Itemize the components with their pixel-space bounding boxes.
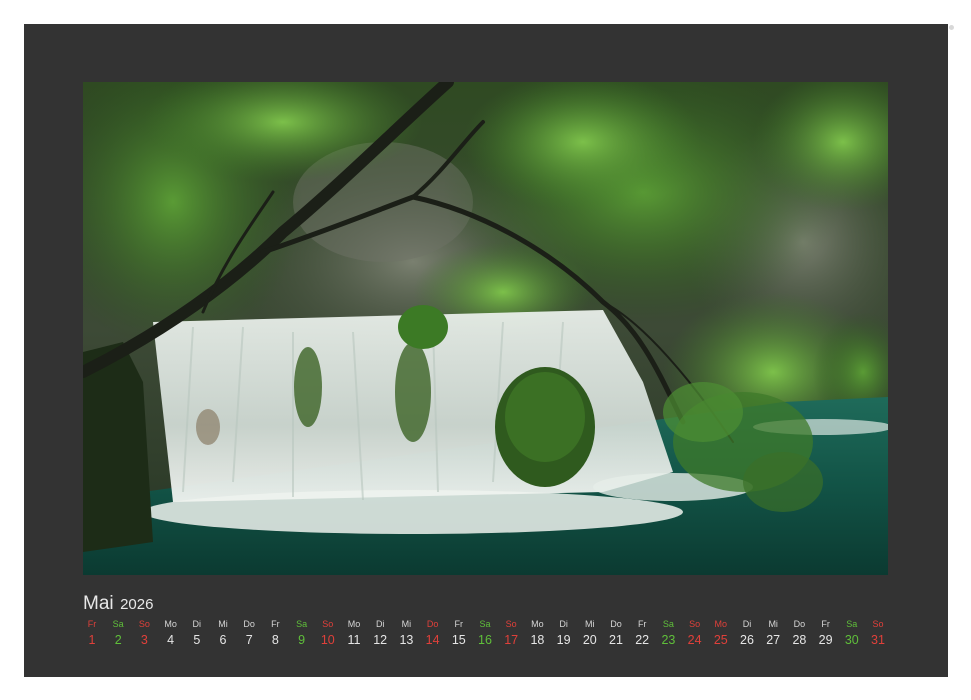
weekday-label: Fr	[271, 619, 280, 629]
binding-hole	[948, 25, 954, 30]
day-number: 13	[399, 633, 414, 647]
weekday-label: Do	[793, 619, 806, 629]
day-number: 27	[766, 633, 781, 647]
weekday-label: Do	[426, 619, 439, 629]
weekday-label: So	[872, 619, 884, 629]
weekday-label: Mi	[585, 619, 595, 629]
month-title: Mai 2026	[83, 593, 153, 615]
weekday-label: Do	[243, 619, 255, 629]
weekday-label: Sa	[479, 619, 491, 629]
weekday-label: Sa	[296, 619, 308, 629]
day-number: 18	[530, 633, 545, 647]
weekday-label: Sa	[662, 619, 674, 629]
day-number: 7	[245, 633, 253, 647]
month-name: Mai	[83, 593, 114, 614]
day-number: 17	[504, 633, 519, 647]
weekday-label: Sa	[112, 619, 124, 629]
weekday-label: Fr	[454, 619, 464, 629]
day-number: 22	[635, 633, 650, 647]
weekday-label: Di	[192, 619, 202, 629]
day-number: 29	[818, 633, 833, 647]
weekday-label: Fr	[821, 619, 830, 629]
day-number: 14	[425, 633, 440, 647]
calendar-page: Mai 2026 Fr 1 Sa 2 So 3 Mo 4 Di 5 Mi 6 Do 7 Fr 8 Sa 9 So 10…	[24, 24, 948, 677]
weekday-label: Mo	[714, 619, 728, 629]
weekday-label: So	[505, 619, 517, 629]
weekday-label: Mi	[218, 619, 228, 629]
day-number: 21	[609, 633, 623, 647]
day-number: 16	[478, 633, 492, 647]
weekday-label: Mo	[531, 619, 544, 629]
weekday-label: So	[138, 619, 150, 629]
weekday-label: So	[322, 619, 334, 629]
weekday-label: Di	[742, 619, 752, 629]
day-number: 11	[347, 633, 361, 647]
weekday-label: Mo	[347, 619, 361, 629]
day-number: 3	[140, 633, 148, 647]
day-number: 20	[582, 633, 597, 647]
weekday-label: Di	[559, 619, 568, 629]
day-number: 24	[687, 633, 702, 647]
waterfall-photo	[83, 82, 888, 575]
weekday-label: Di	[375, 619, 385, 629]
day-strip: Fr 1 Sa 2 So 3 Mo 4 Di 5 Mi 6 Do 7 Fr 8 Sa 9 So 10 Mo 11 Di 12 M…	[79, 619, 895, 653]
weekday-label: Mo	[164, 619, 177, 629]
day-number: 30	[844, 633, 859, 647]
day-number: 5	[193, 633, 201, 647]
weekday-label: Sa	[846, 619, 858, 629]
weekday-label: Fr	[87, 619, 97, 629]
day-number: 15	[451, 633, 466, 647]
day-number: 2	[114, 633, 122, 647]
day-number: 10	[320, 633, 335, 647]
day-number: 4	[167, 633, 175, 647]
weekday-label: Fr	[637, 619, 647, 629]
day-number: 28	[792, 633, 807, 647]
month-year: 2026	[120, 596, 154, 613]
day-number: 6	[219, 633, 227, 647]
weekday-label: So	[689, 619, 701, 629]
day-number: 12	[373, 633, 388, 647]
day-number: 23	[661, 633, 676, 647]
weekday-label: Mi	[401, 619, 412, 629]
weekday-label: Mi	[768, 619, 778, 629]
day-number: 19	[556, 633, 571, 647]
day-number: 31	[871, 633, 885, 647]
day-number: 1	[88, 633, 96, 647]
day-number: 8	[271, 633, 279, 647]
day-number: 26	[740, 633, 754, 647]
day-number: 9	[298, 633, 306, 647]
day-number: 25	[713, 633, 728, 647]
weekday-label: Do	[610, 619, 622, 629]
